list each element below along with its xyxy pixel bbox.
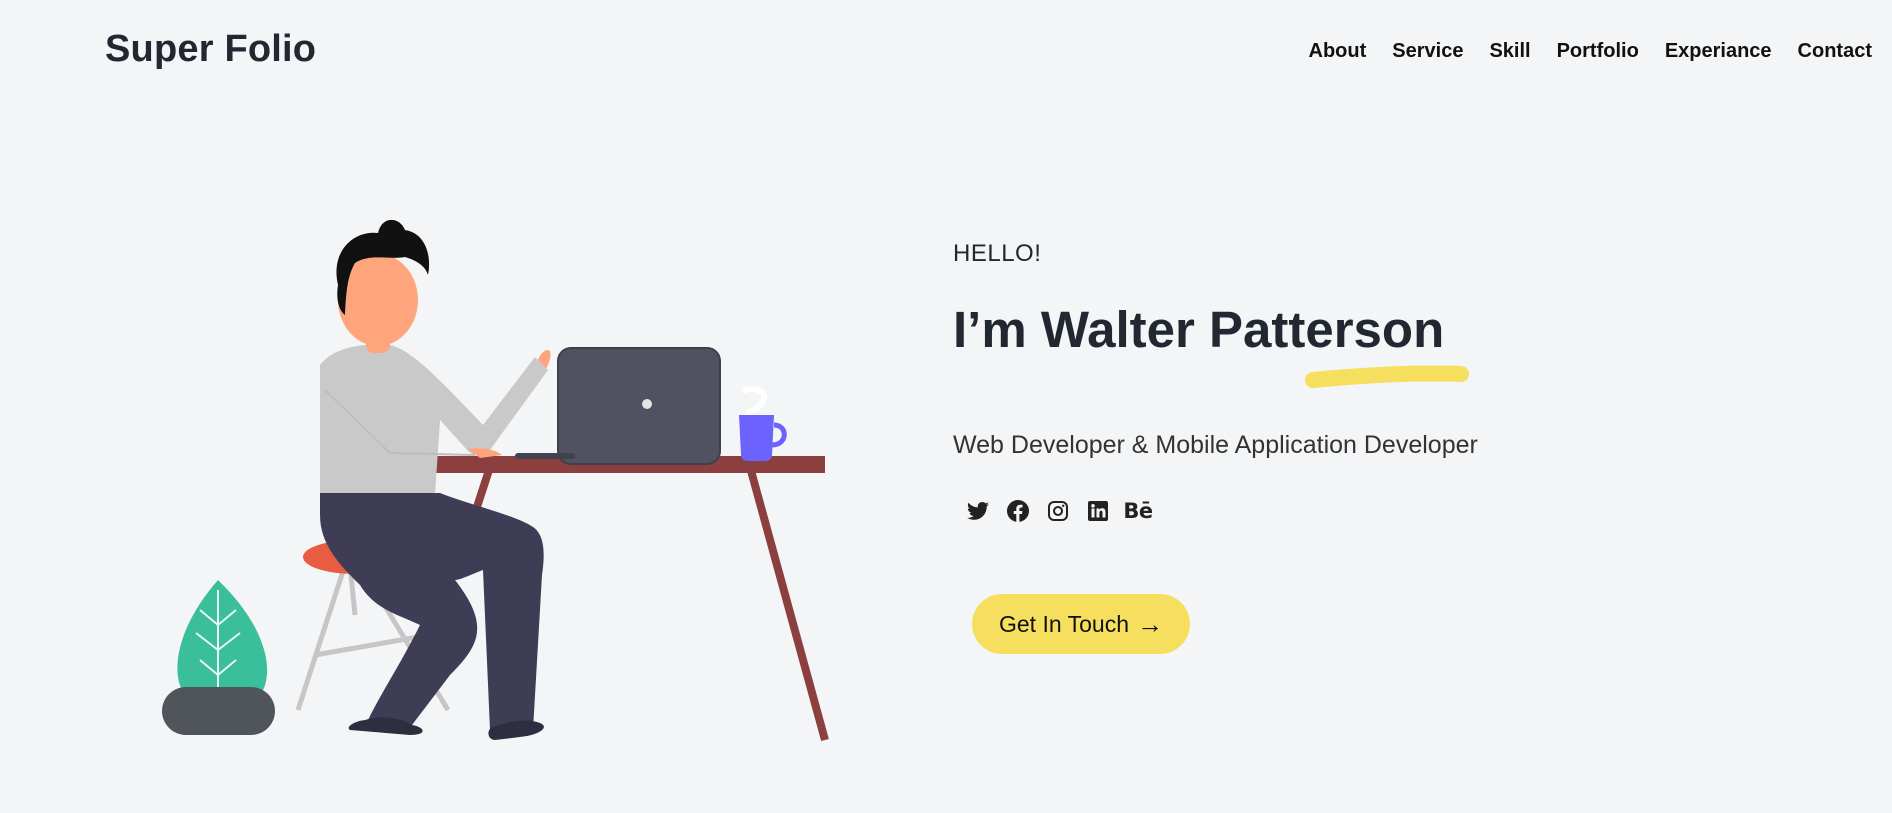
nav-link-contact[interactable]: Contact bbox=[1798, 40, 1872, 62]
desk-illustration bbox=[411, 456, 829, 742]
nav-link-about[interactable]: About bbox=[1309, 40, 1367, 62]
hero-name-wrapper: I’m Walter Patterson bbox=[953, 268, 1653, 388]
nav-link-experiance[interactable]: Experiance bbox=[1665, 40, 1772, 62]
facebook-icon[interactable] bbox=[1005, 498, 1031, 524]
nav-item-skill: Skill bbox=[1489, 40, 1530, 63]
nav-link-skill[interactable]: Skill bbox=[1489, 40, 1530, 62]
mug-illustration bbox=[739, 385, 787, 461]
nav-link-service[interactable]: Service bbox=[1392, 40, 1463, 62]
arrow-right-icon: → bbox=[1137, 609, 1163, 639]
nav-item-experiance: Experiance bbox=[1665, 40, 1772, 63]
site-header: Super Folio About Service Skill Portfoli… bbox=[0, 0, 1892, 100]
social-links: Bē bbox=[965, 498, 1653, 524]
instagram-icon[interactable] bbox=[1045, 498, 1071, 524]
nav-item-portfolio: Portfolio bbox=[1557, 40, 1639, 63]
behance-icon-label: Bē bbox=[1123, 499, 1153, 523]
behance-icon[interactable]: Bē bbox=[1123, 498, 1153, 524]
nav-item-contact: Contact bbox=[1798, 40, 1872, 63]
hero-content: HELLO! I’m Walter Patterson Web Develope… bbox=[953, 240, 1653, 524]
linkedin-icon[interactable] bbox=[1085, 498, 1111, 524]
get-in-touch-button[interactable]: Get In Touch → bbox=[972, 594, 1190, 654]
twitter-icon[interactable] bbox=[965, 498, 991, 524]
brand-logo[interactable]: Super Folio bbox=[105, 28, 316, 71]
hero-role: Web Developer & Mobile Application Devel… bbox=[953, 431, 1478, 459]
nav-link-portfolio[interactable]: Portfolio bbox=[1557, 40, 1639, 62]
get-in-touch-label: Get In Touch bbox=[999, 610, 1129, 637]
hero-name: I’m Walter Patterson bbox=[953, 301, 1445, 358]
hero-illustration bbox=[162, 219, 829, 742]
nav-item-about: About bbox=[1309, 40, 1367, 63]
main-nav: About Service Skill Portfolio Experiance… bbox=[1309, 40, 1872, 63]
nav-item-service: Service bbox=[1392, 40, 1463, 63]
hero-greeting: HELLO! bbox=[953, 240, 1042, 267]
person-illustration bbox=[320, 219, 551, 740]
plant-illustration bbox=[162, 580, 275, 735]
